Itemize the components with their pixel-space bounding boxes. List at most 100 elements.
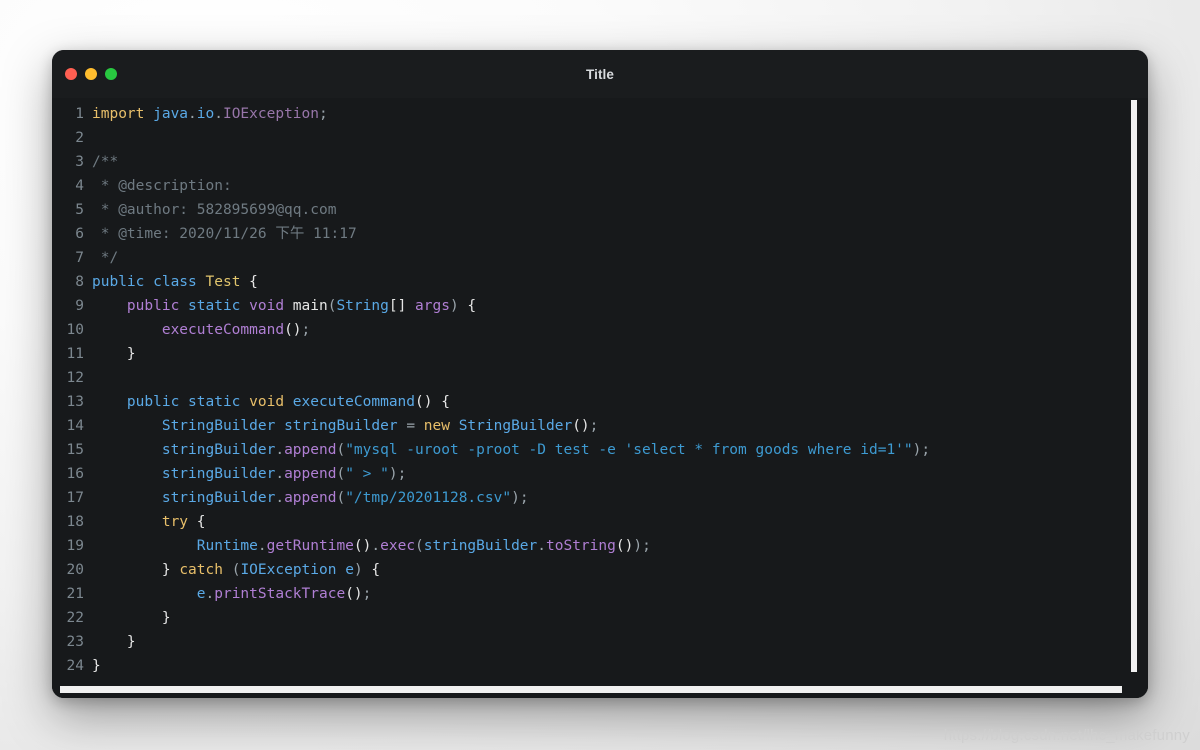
- code-token: append: [284, 466, 337, 482]
- code-line-text: import java.io.IOException;: [92, 102, 328, 126]
- code-line[interactable]: 18 try {: [52, 510, 1148, 534]
- line-number: 24: [66, 658, 84, 674]
- code-line[interactable]: 7 */: [52, 246, 1148, 270]
- code-lines-container: 1 import java.io.IOException; 2 3/** 4 * @de…: [52, 102, 1148, 678]
- code-line[interactable]: 8 public class Test {: [52, 270, 1148, 294]
- code-token: printStackTrace: [214, 586, 346, 602]
- code-line-text: */: [92, 246, 118, 270]
- code-line[interactable]: 21 e.printStackTrace();: [52, 582, 1148, 606]
- code-line[interactable]: 23 }: [52, 630, 1148, 654]
- code-token: executeCommand: [292, 394, 416, 410]
- code-line-text: executeCommand();: [92, 318, 310, 342]
- line-number: 6: [75, 226, 84, 242]
- code-token: ;: [319, 106, 328, 122]
- line-number: 9: [75, 298, 84, 314]
- code-line[interactable]: 11 }: [52, 342, 1148, 366]
- line-number: 5: [75, 202, 84, 218]
- code-token: public: [92, 274, 154, 290]
- line-number: 17: [66, 490, 84, 506]
- code-line-text: * @author: 582895699@qq.com: [92, 198, 337, 222]
- code-token: }: [92, 610, 171, 626]
- code-line[interactable]: 9 public static void main(String[] args)…: [52, 294, 1148, 318]
- line-number: 8: [75, 274, 84, 290]
- code-line-text: }: [92, 342, 136, 366]
- code-token: stringBuilder: [161, 490, 276, 506]
- code-line-text: public class Test {: [92, 270, 258, 294]
- code-token: StringBuilder: [161, 418, 276, 434]
- close-window-button[interactable]: [65, 68, 77, 80]
- code-token: class: [153, 274, 206, 290]
- code-line[interactable]: 4 * @description:: [52, 174, 1148, 198]
- code-token: =: [406, 418, 416, 434]
- code-line[interactable]: 3 /**: [52, 150, 1148, 174]
- maximize-window-button[interactable]: [105, 68, 117, 80]
- line-number: 18: [66, 514, 84, 530]
- code-token: .: [537, 538, 547, 554]
- code-token: java: [153, 106, 189, 122]
- code-token: static: [188, 298, 250, 314]
- code-line[interactable]: 1 import java.io.IOException;: [52, 102, 1148, 126]
- code-line[interactable]: 14 StringBuilder stringBuilder = new Str…: [52, 414, 1148, 438]
- line-number: 16: [66, 466, 84, 482]
- code-token: (: [415, 538, 424, 554]
- code-token: e: [345, 562, 354, 578]
- code-token: ): [353, 562, 363, 578]
- code-token: (: [336, 466, 346, 482]
- code-token: ;: [301, 322, 311, 338]
- code-line-text: }: [92, 654, 101, 678]
- minimize-window-button[interactable]: [85, 68, 97, 80]
- code-line[interactable]: 6 * @time: 2020/11/26 下午 11:17: [52, 222, 1148, 246]
- code-line[interactable]: 17 stringBuilder.append("/tmp/20201128.c…: [52, 486, 1148, 510]
- line-number: 15: [66, 442, 84, 458]
- code-token: (): [353, 538, 372, 554]
- code-token: []: [388, 298, 416, 314]
- code-token: ): [633, 538, 643, 554]
- code-line-text: e.printStackTrace();: [92, 582, 372, 606]
- code-line[interactable]: 13 public static void executeCommand() {: [52, 390, 1148, 414]
- code-token: void: [249, 298, 293, 314]
- line-number: 1: [75, 106, 84, 122]
- code-line[interactable]: 22 }: [52, 606, 1148, 630]
- code-token: stringBuilder: [284, 418, 398, 434]
- code-line-text: /**: [92, 150, 118, 174]
- code-token: (): [415, 394, 433, 410]
- horizontal-scrollbar[interactable]: [52, 684, 1148, 698]
- code-token: catch: [179, 562, 223, 578]
- code-token: stringBuilder: [161, 466, 276, 482]
- code-line[interactable]: 15 stringBuilder.append("mysql -uroot -p…: [52, 438, 1148, 462]
- code-token: {: [188, 514, 206, 530]
- code-line[interactable]: 24}: [52, 654, 1148, 678]
- code-token: }: [92, 346, 136, 362]
- horizontal-scrollbar-thumb[interactable]: [60, 686, 1122, 693]
- code-token: }: [92, 562, 171, 578]
- vertical-scrollbar-thumb[interactable]: [1131, 100, 1137, 672]
- code-token: .: [214, 106, 223, 122]
- code-token: }: [92, 634, 136, 650]
- code-token: Test: [205, 274, 241, 290]
- code-line[interactable]: 10 executeCommand();: [52, 318, 1148, 342]
- line-number: 12: [66, 370, 84, 386]
- code-line[interactable]: 5 * @author: 582895699@qq.com: [52, 198, 1148, 222]
- code-token: }: [92, 658, 101, 674]
- code-line[interactable]: 2: [52, 126, 1148, 150]
- code-line[interactable]: 20 } catch (IOException e) {: [52, 558, 1148, 582]
- code-line[interactable]: 16 stringBuilder.append(" > ");: [52, 462, 1148, 486]
- code-line[interactable]: 12: [52, 366, 1148, 390]
- code-editor-window: Title 1 import java.io.IOException; 2 3/** 4…: [52, 50, 1148, 698]
- code-token: * @time: 2020/11/26 下午 11:17: [92, 226, 357, 242]
- code-editor-area[interactable]: 1 import java.io.IOException; 2 3/** 4 * @de…: [52, 98, 1148, 698]
- code-line[interactable]: 19 Runtime.getRuntime().exec(stringBuild…: [52, 534, 1148, 558]
- window-title: Title: [585, 66, 614, 82]
- code-line-text: stringBuilder.append("mysql -uroot -proo…: [92, 438, 930, 462]
- code-token: executeCommand: [161, 322, 285, 338]
- code-token: * @description:: [92, 178, 232, 194]
- vertical-scrollbar[interactable]: [1131, 100, 1137, 672]
- code-line-text: try {: [92, 510, 206, 534]
- code-line-text: stringBuilder.append("/tmp/20201128.csv"…: [92, 486, 529, 510]
